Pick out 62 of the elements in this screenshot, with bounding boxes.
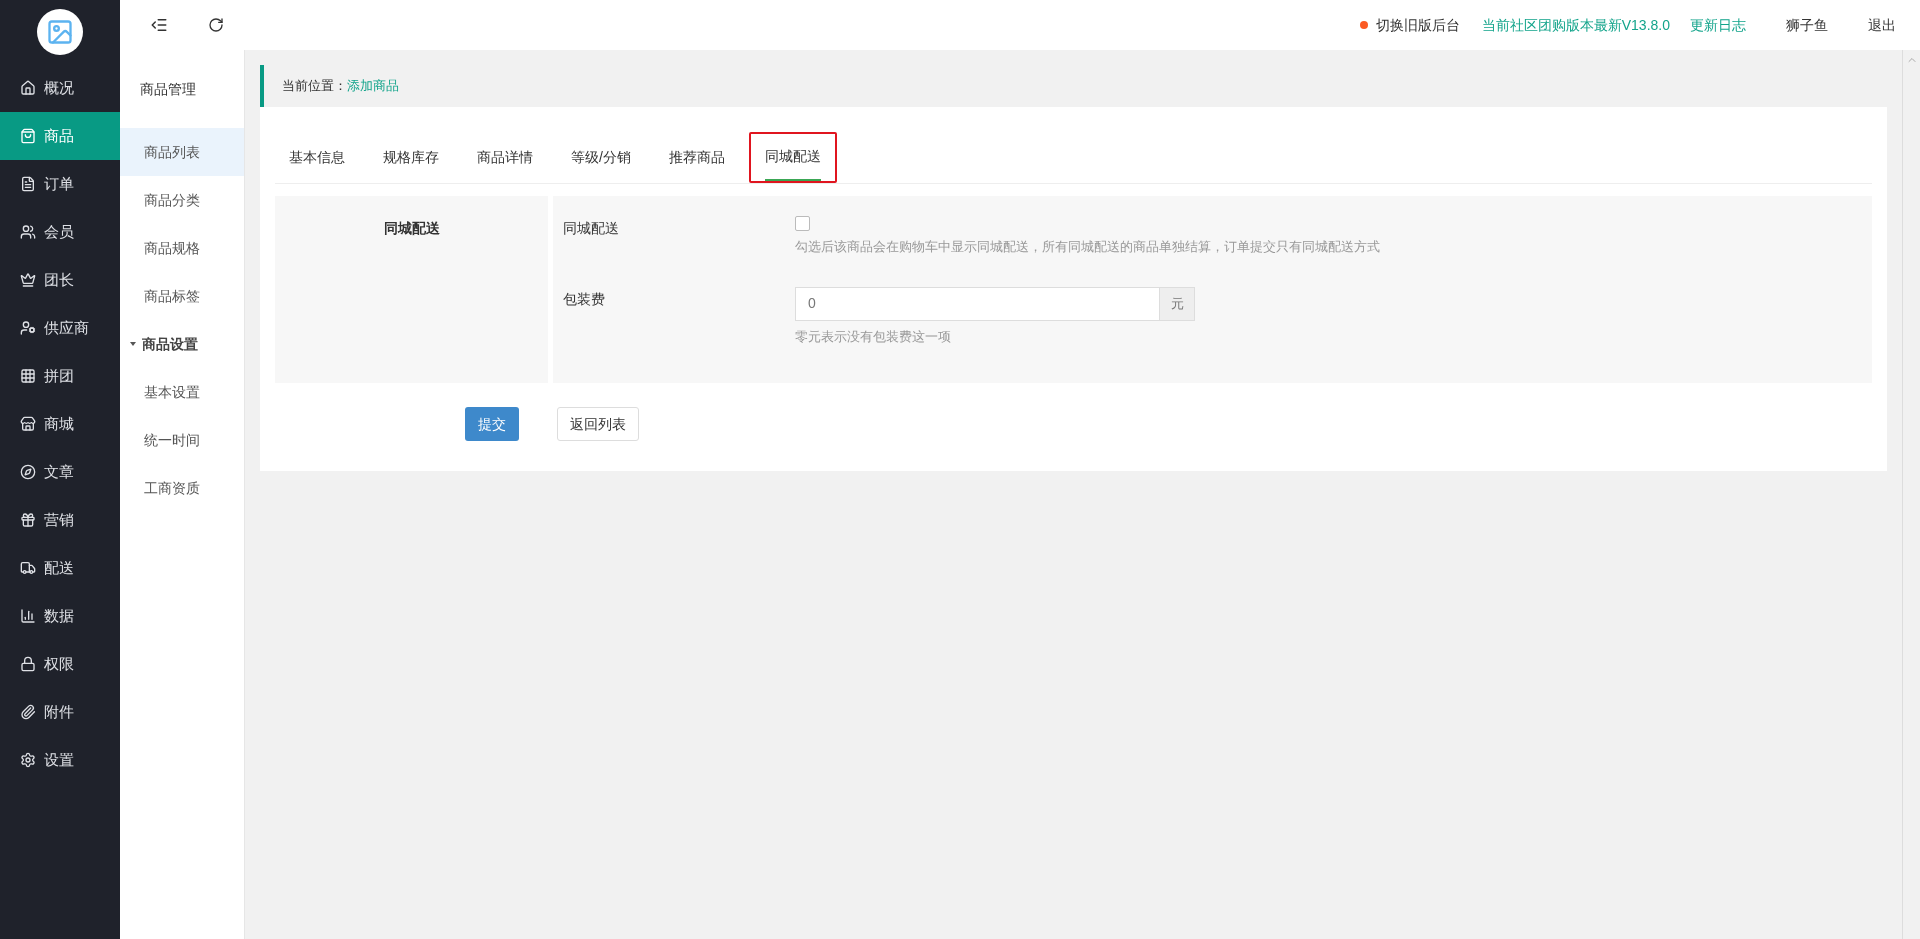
submenu-item[interactable]: 商品标签 xyxy=(120,272,244,320)
section-title: 同城配送 xyxy=(383,219,440,238)
submit-button[interactable]: 提交 xyxy=(465,407,519,441)
tab[interactable]: 推荐商品 xyxy=(654,132,739,183)
nav-item[interactable]: 配送 xyxy=(0,544,120,592)
settings-icon xyxy=(20,752,36,768)
field-label: 包装费 xyxy=(562,289,606,309)
compass-icon xyxy=(20,464,36,480)
bag-icon xyxy=(20,128,36,144)
collapse-menu-icon[interactable] xyxy=(150,16,168,34)
unit-addon: 元 xyxy=(1160,286,1195,321)
nav-item[interactable]: 概况 xyxy=(0,64,120,112)
logo-icon xyxy=(37,9,83,55)
nav-item[interactable]: 商品 xyxy=(0,112,120,160)
nav-item[interactable]: 订单 xyxy=(0,160,120,208)
breadcrumb-label: 当前位置： xyxy=(282,77,347,96)
nav-item[interactable]: 营销 xyxy=(0,496,120,544)
bar-chart-icon xyxy=(20,608,36,624)
username[interactable]: 狮子鱼 xyxy=(1786,14,1828,36)
tab[interactable]: 同城配送 xyxy=(748,132,837,183)
document-icon xyxy=(20,176,36,192)
nav-item[interactable]: 文章 xyxy=(0,448,120,496)
help-text: 勾选后该商品会在购物车中显示同城配送，所有同城配送的商品单独结算，订单提交只有同城配送方式 xyxy=(795,238,1380,256)
submenu-item[interactable]: 商品分类 xyxy=(120,176,244,224)
nav-item[interactable]: 数据 xyxy=(0,592,120,640)
logout-link[interactable]: 退出 xyxy=(1868,14,1896,36)
home-icon xyxy=(20,80,36,96)
submenu-item[interactable]: 商品规格 xyxy=(120,224,244,272)
nav-item[interactable]: 拼团 xyxy=(0,352,120,400)
tab[interactable]: 规格库存 xyxy=(369,132,453,183)
nav-item[interactable]: 团长 xyxy=(0,256,120,304)
nav-item[interactable]: 附件 xyxy=(0,688,120,736)
users-icon xyxy=(20,224,36,240)
field-label: 同城配送 xyxy=(562,219,620,238)
nav-item[interactable]: 权限 xyxy=(0,640,120,688)
user-badge-icon xyxy=(20,320,36,336)
submenu-title: 商品管理 xyxy=(139,79,197,99)
checkbox[interactable] xyxy=(795,216,810,231)
nav-item[interactable]: 设置 xyxy=(0,736,120,784)
submenu-item[interactable]: 商品列表 xyxy=(120,128,244,176)
crown-icon xyxy=(20,272,36,288)
truck-icon xyxy=(20,560,36,576)
tab[interactable]: 商品详情 xyxy=(463,132,547,183)
grid-icon xyxy=(20,368,36,384)
submenu-item[interactable]: 统一时间 xyxy=(120,416,244,464)
nav-item[interactable]: 商城 xyxy=(0,400,120,448)
refresh-icon[interactable] xyxy=(208,17,224,33)
submenu-item[interactable]: 基本设置 xyxy=(120,368,244,416)
back-to-list-button[interactable]: 返回列表 xyxy=(557,407,639,441)
tab[interactable]: 等级/分销 xyxy=(557,132,645,183)
tab[interactable]: 基本信息 xyxy=(275,132,359,183)
switch-old-link[interactable]: 切换旧版后台 xyxy=(1375,14,1460,36)
paperclip-icon xyxy=(20,704,36,720)
lock-icon xyxy=(20,656,36,672)
submenu-group[interactable]: 商品设置 xyxy=(120,320,244,368)
caret-icon xyxy=(130,342,136,346)
gift-icon xyxy=(20,512,36,528)
store-icon xyxy=(20,416,36,432)
nav-item[interactable]: 供应商 xyxy=(0,304,120,352)
submenu-item[interactable]: 工商资质 xyxy=(120,464,244,512)
fee-input[interactable]: 0 xyxy=(795,286,1160,321)
nav-item[interactable]: 会员 xyxy=(0,208,120,256)
